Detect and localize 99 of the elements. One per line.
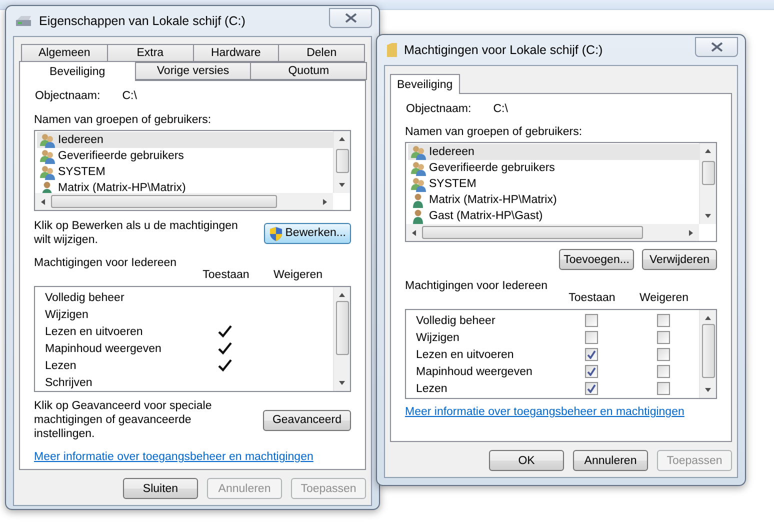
column-header: Weigeren bbox=[638, 292, 690, 304]
help-link[interactable]: Meer informatie over toegangsbeheer en machtigingen bbox=[34, 451, 314, 463]
checkbox[interactable] bbox=[584, 314, 598, 327]
window-title: Machtigingen voor Lokale schijf (C:) bbox=[404, 43, 604, 57]
user-icon bbox=[410, 208, 426, 224]
down-arrow-icon[interactable] bbox=[704, 212, 712, 220]
user-list-item[interactable]: SYSTEM bbox=[37, 164, 333, 180]
user-list-item[interactable]: Iedereen bbox=[37, 132, 333, 148]
checkbox[interactable] bbox=[656, 331, 670, 344]
user-list-item[interactable]: Matrix (Matrix-HP\Matrix) bbox=[408, 192, 699, 208]
object-value: C:\ bbox=[493, 103, 508, 115]
permission-name: Wijzigen bbox=[44, 308, 90, 320]
folder-icon bbox=[386, 42, 398, 58]
permission-name: Lezen bbox=[415, 382, 448, 394]
tab[interactable]: Hardware bbox=[192, 44, 280, 62]
left-arrow-icon[interactable] bbox=[410, 228, 418, 236]
right-arrow-icon[interactable] bbox=[321, 198, 329, 206]
scrollbar-thumb[interactable] bbox=[702, 161, 714, 185]
up-arrow-icon[interactable] bbox=[338, 291, 346, 299]
checkbox[interactable] bbox=[656, 348, 670, 361]
column-header: Toestaan bbox=[202, 269, 250, 281]
close-icon bbox=[710, 42, 722, 52]
users-icon bbox=[410, 144, 426, 160]
groups-label: Namen van groepen of gebruikers: bbox=[34, 114, 212, 126]
left-arrow-icon[interactable] bbox=[39, 198, 47, 206]
user-list-item[interactable]: SYSTEM bbox=[408, 176, 699, 192]
vertical-scrollbar[interactable] bbox=[699, 143, 716, 224]
down-arrow-icon[interactable] bbox=[338, 181, 346, 189]
help-link[interactable]: Meer informatie over toegangsbeheer en machtigingen bbox=[405, 406, 684, 418]
permission-name: Wijzigen bbox=[415, 332, 460, 344]
horizontal-scrollbar[interactable] bbox=[406, 224, 699, 241]
down-arrow-icon[interactable] bbox=[338, 379, 346, 387]
checkbox[interactable] bbox=[584, 331, 598, 344]
tab[interactable]: Quotum bbox=[250, 62, 368, 80]
permission-name: Lezen en uitvoeren bbox=[415, 348, 515, 360]
tab[interactable]: Delen bbox=[278, 44, 365, 62]
drive-icon bbox=[15, 14, 33, 28]
users-icon bbox=[39, 164, 55, 180]
user-icon bbox=[410, 192, 426, 208]
users-icon bbox=[410, 160, 426, 176]
permission-name: Volledig beheer bbox=[415, 314, 496, 326]
group-button[interactable]: Verwijderen bbox=[642, 249, 717, 270]
permission-name: Mapinhoud weergeven bbox=[44, 342, 162, 354]
scrollbar-thumb[interactable] bbox=[702, 324, 714, 378]
user-list-item[interactable]: Geverifieerde gebruikers bbox=[408, 160, 699, 176]
users-icon bbox=[39, 148, 55, 164]
checkbox[interactable] bbox=[656, 365, 670, 378]
up-arrow-icon[interactable] bbox=[704, 314, 712, 322]
down-arrow-icon[interactable] bbox=[704, 386, 712, 394]
close-button[interactable] bbox=[329, 8, 372, 28]
group-button[interactable]: Toevoegen... bbox=[559, 249, 634, 270]
horizontal-scrollbar[interactable] bbox=[35, 193, 333, 210]
advanced-button[interactable]: Geavanceerd bbox=[263, 410, 351, 430]
tab[interactable]: Extra bbox=[106, 44, 194, 62]
permission-name: Mapinhoud weergeven bbox=[415, 366, 534, 378]
tab[interactable]: Beveiliging bbox=[19, 61, 136, 81]
column-header: Weigeren bbox=[272, 269, 324, 281]
permissions-label: Machtigingen voor Iedereen bbox=[405, 280, 548, 292]
edit-button[interactable]: Bewerken... bbox=[264, 222, 351, 244]
groups-label: Namen van groepen of gebruikers: bbox=[405, 126, 584, 138]
user-list-item[interactable]: Gast (Matrix-HP\Gast) bbox=[408, 208, 699, 224]
tab[interactable]: Beveiliging bbox=[390, 74, 460, 94]
column-header: Toestaan bbox=[568, 292, 616, 304]
close-button[interactable] bbox=[695, 37, 738, 57]
scrollbar-thumb[interactable] bbox=[336, 149, 348, 173]
edit-hint: Klik op Bewerken als u de machtigingen wilt wijzigen. bbox=[34, 219, 239, 247]
tab[interactable]: Vorige versies bbox=[134, 62, 252, 80]
dialog-button[interactable]: OK bbox=[489, 450, 564, 471]
permissions-label: Machtigingen voor Iedereen bbox=[34, 257, 177, 269]
vertical-scrollbar[interactable] bbox=[333, 131, 350, 193]
permission-name: Schrijven bbox=[44, 376, 94, 388]
permission-name: Lezen en uitvoeren bbox=[44, 326, 144, 338]
dialog-button[interactable]: Sluiten bbox=[123, 478, 198, 499]
permission-name: Lezen bbox=[44, 360, 78, 372]
shield-icon bbox=[269, 226, 282, 240]
close-icon bbox=[344, 13, 356, 23]
vertical-scrollbar[interactable] bbox=[699, 310, 716, 398]
up-arrow-icon[interactable] bbox=[704, 147, 712, 155]
right-arrow-icon[interactable] bbox=[687, 228, 695, 236]
advanced-hint: Klik op Geavanceerd voor speciale machtigingen of geavanceerde instellingen. bbox=[34, 399, 213, 441]
object-value: C:\ bbox=[122, 90, 137, 102]
object-label: Objectnaam: bbox=[406, 103, 472, 115]
checkbox[interactable] bbox=[656, 382, 670, 395]
window-title: Eigenschappen van Lokale schijf (C:) bbox=[39, 14, 246, 28]
tab[interactable]: Algemeen bbox=[21, 44, 108, 62]
vertical-scrollbar[interactable] bbox=[333, 287, 350, 391]
users-icon bbox=[39, 132, 55, 148]
scrollbar-thumb[interactable] bbox=[336, 301, 348, 355]
users-icon bbox=[410, 176, 426, 192]
permission-name: Volledig beheer bbox=[44, 292, 126, 304]
object-label: Objectnaam: bbox=[35, 90, 100, 102]
checkbox[interactable] bbox=[584, 365, 598, 378]
user-list-item[interactable]: Iedereen bbox=[408, 144, 699, 160]
dialog-button[interactable]: Annuleren bbox=[573, 450, 648, 471]
up-arrow-icon[interactable] bbox=[338, 135, 346, 143]
checkbox[interactable] bbox=[584, 382, 598, 395]
user-list-item[interactable]: Geverifieerde gebruikers bbox=[37, 148, 333, 164]
checkbox[interactable] bbox=[584, 348, 598, 361]
checkbox[interactable] bbox=[656, 314, 670, 327]
